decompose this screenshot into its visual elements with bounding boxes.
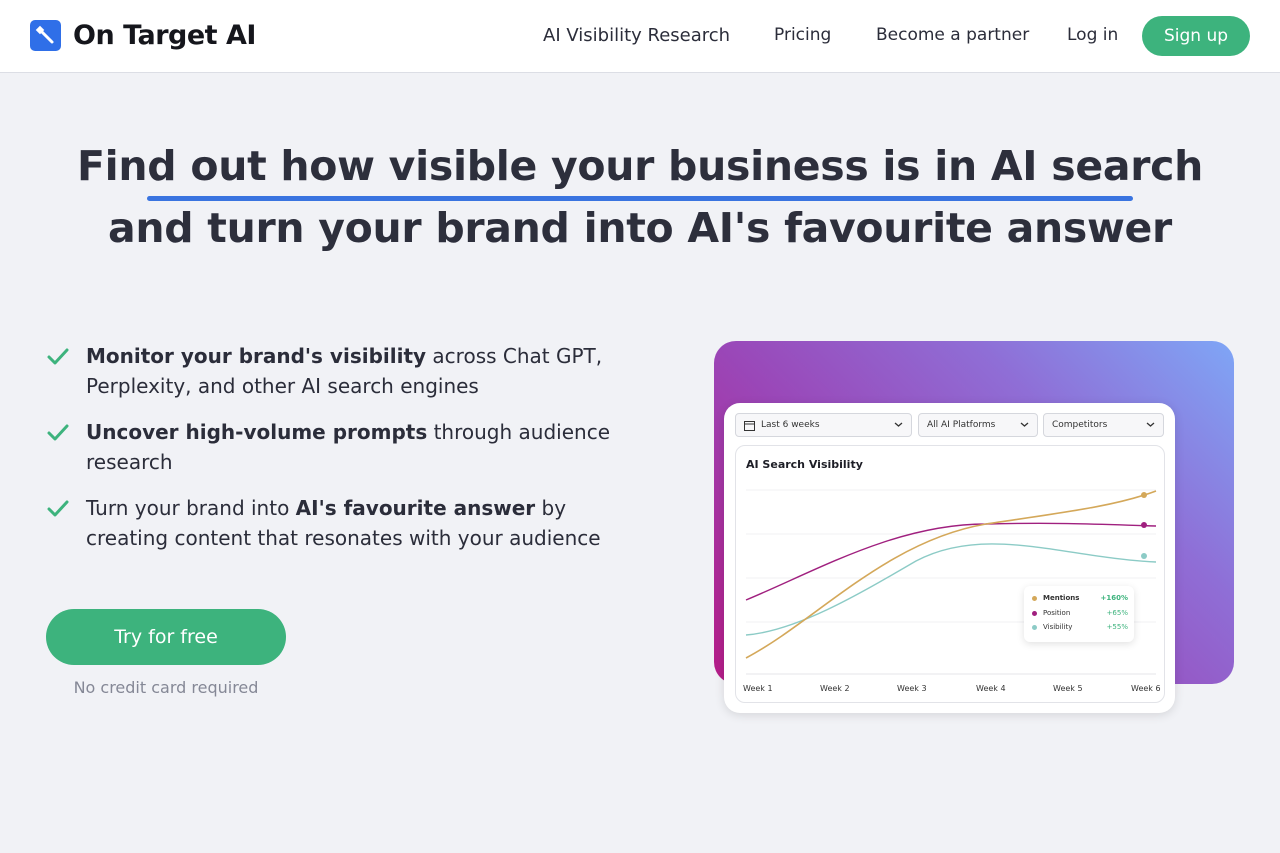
hero-headline: Find out how visible your business is in…	[76, 142, 1204, 190]
try-for-free-button[interactable]: Try for free	[46, 609, 286, 665]
checkmark-icon	[47, 500, 69, 517]
x-tick-label: Week 3	[897, 684, 927, 693]
chevron-down-icon	[1146, 422, 1155, 427]
x-tick-label: Week 1	[743, 684, 773, 693]
nav-ai-visibility-research[interactable]: AI Visibility Research	[543, 25, 730, 46]
competitors-dropdown[interactable]: Competitors	[1043, 413, 1164, 437]
nav-pricing[interactable]: Pricing	[774, 25, 831, 45]
visibility-chart	[745, 489, 1157, 675]
feature-item-favourite-answer: Turn your brand into AI's favourite answ…	[46, 493, 646, 553]
feature-text: Turn your brand into AI's favourite answ…	[86, 496, 601, 550]
checkmark-icon	[47, 424, 69, 441]
mentions-end-point	[1141, 492, 1147, 498]
visibility-chart-panel: AI Search Visibility Mentions +160% Posi…	[735, 445, 1165, 703]
nav-become-partner[interactable]: Become a partner	[876, 25, 1029, 45]
x-tick-label: Week 6	[1131, 684, 1161, 693]
hero-subheadline: and turn your brand into AI's favourite …	[108, 204, 1172, 252]
legend-dot	[1032, 595, 1037, 601]
competitors-dropdown-label: Competitors	[1052, 420, 1108, 430]
legend-item-mentions: Mentions +160%	[1032, 594, 1128, 602]
legend-item-position: Position +65%	[1032, 609, 1128, 617]
login-link[interactable]: Log in	[1067, 25, 1118, 45]
feature-item-prompts: Uncover high-volume prompts through audi…	[46, 417, 646, 477]
period-dropdown[interactable]: Last 6 weeks	[735, 413, 912, 437]
feature-text: Monitor your brand's visibility across C…	[86, 344, 603, 398]
feature-text: Uncover high-volume prompts through audi…	[86, 420, 610, 474]
feature-item-monitor: Monitor your brand's visibility across C…	[46, 341, 646, 401]
wand-icon	[30, 20, 61, 51]
checkmark-icon	[47, 348, 69, 365]
signup-button[interactable]: Sign up	[1142, 16, 1250, 56]
top-nav-bar: On Target AI AI Visibility Research Pric…	[0, 0, 1280, 73]
chart-legend: Mentions +160% Position +65% Visibility …	[1024, 586, 1134, 642]
platforms-dropdown[interactable]: All AI Platforms	[918, 413, 1038, 437]
x-tick-label: Week 4	[976, 684, 1006, 693]
chevron-down-icon	[1020, 422, 1029, 427]
position-end-point	[1141, 522, 1147, 528]
legend-item-visibility: Visibility +55%	[1032, 623, 1128, 631]
x-tick-label: Week 2	[820, 684, 850, 693]
x-tick-label: Week 5	[1053, 684, 1083, 693]
no-credit-card-note: No credit card required	[73, 678, 259, 697]
legend-dot	[1032, 610, 1037, 616]
period-dropdown-label: Last 6 weeks	[761, 420, 820, 430]
dashboard-preview-card: Last 6 weeks All AI Platforms Competitor…	[724, 403, 1175, 713]
visibility-end-point	[1141, 553, 1147, 559]
headline-underline	[147, 196, 1133, 201]
brand-logo[interactable]: On Target AI	[30, 20, 256, 51]
legend-dot	[1032, 624, 1037, 630]
brand-name: On Target AI	[73, 20, 256, 51]
calendar-icon	[744, 420, 755, 431]
chevron-down-icon	[894, 422, 903, 427]
platforms-dropdown-label: All AI Platforms	[927, 420, 996, 430]
